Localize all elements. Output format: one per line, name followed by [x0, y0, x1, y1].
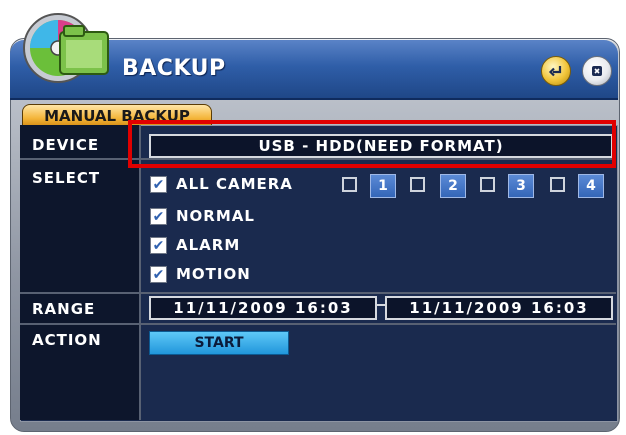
- motion-checkbox[interactable]: ✔: [150, 266, 167, 283]
- all-camera-checkbox[interactable]: ✔: [150, 176, 167, 193]
- motion-label: MOTION: [176, 265, 251, 283]
- camera-2-checkbox[interactable]: [410, 177, 425, 192]
- device-highlight-box: [128, 120, 616, 168]
- camera-2-button[interactable]: 2: [440, 174, 466, 198]
- normal-checkbox[interactable]: ✔: [150, 208, 167, 225]
- exit-button[interactable]: [582, 56, 612, 86]
- camera-4-button[interactable]: 4: [578, 174, 604, 198]
- start-button[interactable]: START: [149, 331, 289, 355]
- alarm-label: ALARM: [176, 236, 241, 254]
- all-camera-label: ALL CAMERA: [176, 175, 293, 193]
- device-label: DEVICE: [32, 136, 100, 154]
- backup-disc-folder-icon: [23, 13, 109, 83]
- alarm-checkbox[interactable]: ✔: [150, 237, 167, 254]
- camera-1-button[interactable]: 1: [370, 174, 396, 198]
- row-divider: [20, 292, 616, 294]
- range-label: RANGE: [32, 300, 96, 318]
- camera-4-checkbox[interactable]: [550, 177, 565, 192]
- range-from-field[interactable]: 11/11/2009 16:03: [149, 296, 377, 320]
- camera-3-checkbox[interactable]: [480, 177, 495, 192]
- window-title: BACKUP: [122, 56, 226, 81]
- select-label: SELECT: [32, 169, 101, 187]
- enter-icon: [548, 66, 562, 77]
- camera-1-checkbox[interactable]: [342, 177, 357, 192]
- range-to-field[interactable]: 11/11/2009 16:03: [385, 296, 613, 320]
- row-divider: [20, 323, 616, 325]
- normal-label: NORMAL: [176, 207, 255, 225]
- close-icon: [592, 66, 602, 76]
- action-label: ACTION: [32, 331, 102, 349]
- camera-3-button[interactable]: 3: [508, 174, 534, 198]
- enter-button[interactable]: [541, 56, 571, 86]
